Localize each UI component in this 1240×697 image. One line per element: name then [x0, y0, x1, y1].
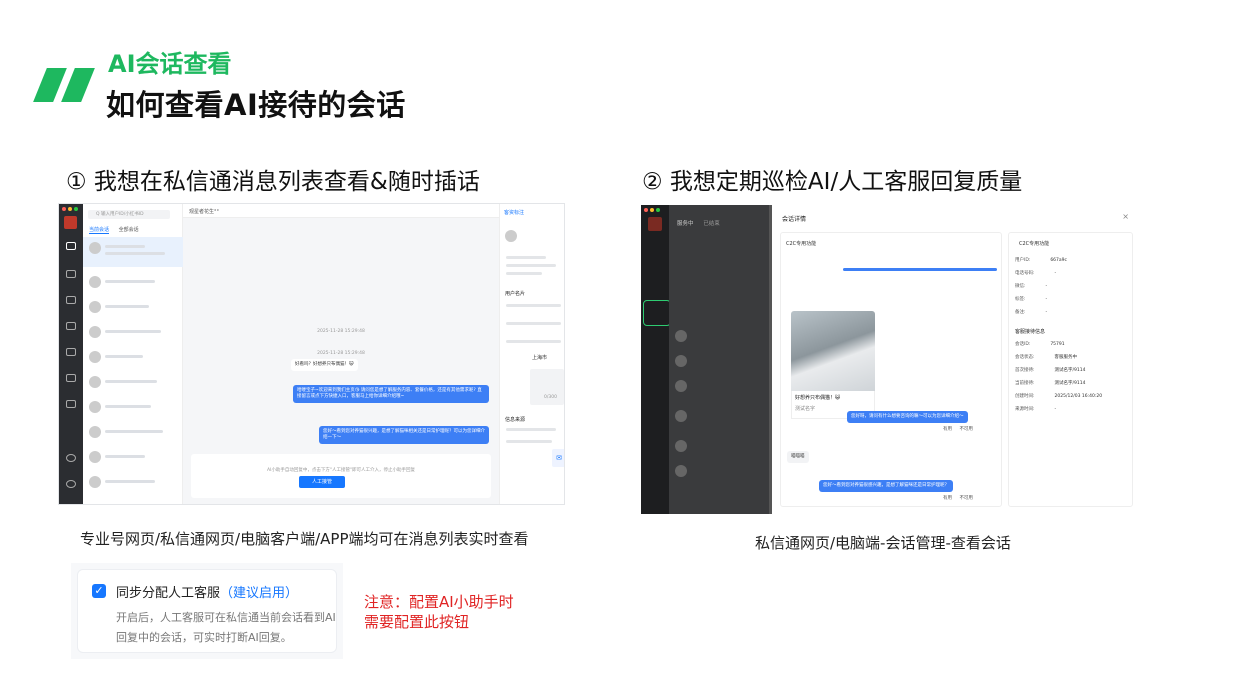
section1-caption: 专业号网页/私信通网页/电脑客户端/APP端均可在消息列表实时查看: [80, 530, 529, 548]
nav-rail: [641, 205, 669, 514]
message-input-area[interactable]: AI小助手自动回复中，点击下方"人工接管"即可人工介入，停止小助手回复 人工接管: [191, 454, 491, 498]
ai-message: 哈喽宝子~欢迎来到我们主页😘 请问您是想了解服务内容、套餐价格，还是有其他需求呢…: [293, 385, 489, 403]
message-icon[interactable]: [66, 242, 76, 250]
help-icon[interactable]: [66, 480, 76, 488]
session-detail-screenshot: 服务中 已结束 会话详情 × C2C专用功能 好想养只布偶猫！😺 测试名字 您好…: [641, 205, 1139, 514]
timestamp: 2025-11-28 15:29:48: [317, 351, 365, 356]
close-icon[interactable]: ×: [1122, 212, 1129, 221]
chat-record: C2C专用功能 好想养只布偶猫！😺 测试名字 您好呀，请问有什么想要咨询的嘛～可…: [780, 232, 1002, 507]
search-input[interactable]: Q 输入用户ID/小红书ID: [88, 210, 170, 219]
session-manage-icon[interactable]: [66, 296, 76, 304]
tab-customer-tags[interactable]: 客资标注: [504, 209, 524, 216]
option-description: 开启后，人工客服可在私信通当前会话看到AI回复中的会话，可实时打断AI回复。: [116, 611, 336, 644]
ai-message: 您好呀，请问有什么想要咨询的嘛～可以为您详细介绍～: [847, 411, 968, 423]
useful-button[interactable]: 有用: [943, 427, 952, 432]
session-detail-modal: 会话详情 × C2C专用功能 好想养只布偶猫！😺 测试名字 您好呀，请问有什么想…: [772, 205, 1139, 514]
settings-icon[interactable]: [66, 400, 76, 408]
comment-icon[interactable]: [66, 270, 76, 278]
takeover-button[interactable]: 人工接管: [299, 476, 345, 488]
conversation-tabs: 当前会话 全部会话: [89, 226, 147, 234]
option-label[interactable]: 同步分配人工客服（建议启用）: [116, 582, 298, 601]
useful-button[interactable]: 有用: [943, 496, 952, 501]
quote-mark-icon: [33, 68, 95, 102]
avatar[interactable]: [64, 216, 77, 229]
photo-caption: 好想养只布偶猫！😺: [795, 395, 841, 401]
ai-message: 您好～看到您对养猫很感兴趣，是想了解猫咪还是日常护理呢？: [819, 480, 953, 492]
chat-panel: 观星者花生°° 2025-11-28 15:29:48 2025-11-28 1…: [183, 204, 499, 504]
source-title: 信息来源: [505, 417, 526, 423]
char-counter: 0/300: [544, 395, 557, 400]
conversation-list: Q 输入用户ID/小红书ID 当前会话 全部会话: [83, 204, 183, 504]
user-message: 喵喵喵: [787, 451, 809, 463]
customer-side-panel: 客资标注 用户名片 上海市 0/300 信息来源 ✉: [499, 204, 564, 504]
useless-button[interactable]: 不可用: [959, 496, 973, 501]
ai-notice: AI小助手自动回复中，点击下方"人工接管"即可人工介入，停止小助手回复: [266, 468, 416, 473]
tab-all[interactable]: 全部会话: [119, 227, 139, 233]
page-title: 如何查看AI接待的会话: [106, 88, 406, 122]
session-list: 服务中 已结束: [669, 205, 769, 514]
mail-icon[interactable]: ✉: [552, 449, 564, 467]
user-card-title: 用户名片: [505, 291, 526, 297]
timestamp: 2025-11-28 15:29:48: [317, 329, 365, 334]
tab-ended[interactable]: 已结束: [703, 221, 720, 227]
avatar: [505, 230, 517, 242]
service-info-title: 客服接待信息: [1015, 329, 1046, 335]
list-item: [105, 252, 165, 255]
customer-icon[interactable]: [66, 322, 76, 330]
customer-info-panel: C2C专用功能 用户ID: 667a9c 电话号码: - 微信: - 标签: - 备注:…: [1008, 232, 1133, 507]
tab-current[interactable]: 当前会话: [89, 227, 110, 234]
kicker-title: AI会话查看: [108, 50, 232, 78]
note-line1: 注意：配置AI小助手时: [364, 593, 514, 611]
ai-assistant-icon[interactable]: [66, 348, 76, 356]
modal-title: 会话详情: [782, 216, 807, 223]
tab-serving[interactable]: 服务中: [677, 221, 694, 227]
option-hint: （建议启用）: [220, 586, 299, 601]
message-list-screenshot: Q 输入用户ID/小红书ID 当前会话 全部会话 观星者花生°° 2025-11…: [58, 203, 565, 505]
avatar: [89, 242, 101, 254]
user-message: 好看吗？好想养只布偶猫！😺: [291, 359, 358, 371]
section2-caption: 私信通网页/电脑端-会话管理-查看会话: [755, 534, 1011, 552]
section1-title: ① 我想在私信通消息列表查看&随时插话: [66, 169, 480, 195]
config-note: 注意：配置AI小助手时 需要配置此按钮: [364, 592, 514, 632]
tool-icon[interactable]: [66, 374, 76, 382]
session-manage-icon[interactable]: [643, 300, 671, 326]
section2-title: ② 我想定期巡检AI/人工客服回复质量: [642, 169, 1023, 195]
chat-title: C2C专用功能: [786, 241, 817, 247]
note-line2: 需要配置此按钮: [364, 613, 470, 631]
info-title: C2C专用功能: [1019, 241, 1050, 247]
chat-header: 观星者花生°°: [183, 204, 499, 218]
nav-rail: [59, 204, 83, 504]
notification-icon[interactable]: [66, 454, 76, 462]
city-value: 上海市: [532, 355, 548, 361]
useless-button[interactable]: 不可用: [959, 427, 973, 432]
sync-assign-checkbox[interactable]: ✓: [92, 584, 106, 598]
sync-assign-option: ✓ 同步分配人工客服（建议启用） 开启后，人工客服可在私信通当前会话看到AI回复…: [71, 563, 343, 659]
list-item: [105, 245, 145, 248]
cat-photo[interactable]: [791, 311, 875, 391]
ai-message: 您好～看到您对养猫很兴趣，是想了解猫咪相关还是日常护理呢？可以为您详细介绍一下～: [319, 426, 489, 444]
avatar[interactable]: [648, 217, 662, 231]
scroll-indicator: [843, 268, 997, 271]
